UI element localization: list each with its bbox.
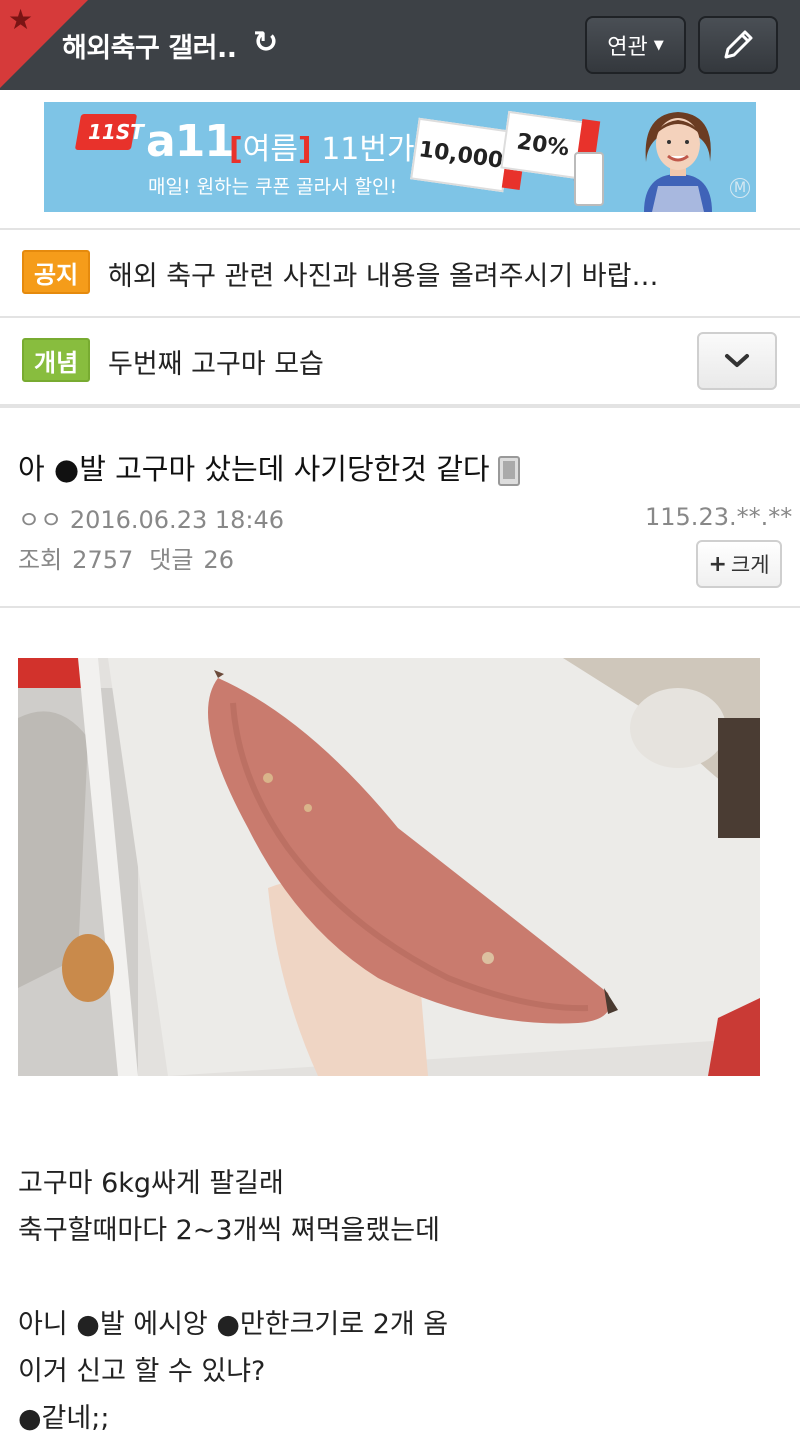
post-author[interactable]: ㅇㅇ — [18, 506, 62, 534]
font-bigger-button[interactable]: + 크게 — [696, 540, 782, 588]
mobile-icon — [497, 456, 520, 486]
body-line-2: 축구할때마다 2~3개씩 쪄먹을랬는데 — [18, 1215, 440, 1246]
ad-season: [여름] 11번가 — [229, 124, 415, 168]
ad-badge: M — [730, 178, 750, 198]
views-count: 2757 — [72, 546, 134, 574]
comments-count: 26 — [203, 546, 234, 574]
chevron-down-icon — [725, 354, 749, 367]
body-line-5: ●같네;; — [18, 1403, 110, 1434]
ad-logo: 11ST — [88, 120, 144, 144]
concept-text[interactable]: 두번째 고구마 모습 — [108, 342, 324, 381]
expand-button[interactable] — [697, 332, 777, 390]
notice-row[interactable]: 공지 해외 축구 관련 사진과 내용을 올려주시기 바랍… — [0, 228, 800, 318]
ad-coupon-amount: 10,000 — [410, 117, 512, 193]
ad-season-suffix: 11번가 — [321, 132, 415, 167]
ad-coupon-percent: 20% — [500, 110, 586, 180]
related-button-label: 연관 — [607, 35, 648, 60]
plus-icon: + — [708, 551, 727, 577]
refresh-icon[interactable]: ↻ — [253, 28, 278, 58]
ad-model-image — [644, 112, 712, 212]
top-bar: ★ 해외축구 갤러.. ↻ 연관 ▼ — [0, 0, 800, 90]
body-gap — [18, 1254, 448, 1301]
ad-season-open: [ — [229, 132, 243, 167]
comments-label: 댓글 — [149, 546, 194, 574]
body-line-3: 아니 ●발 에시앙 ●만한크기로 2개 옴 — [18, 1309, 449, 1340]
ad-brand: a11 — [146, 116, 235, 167]
concept-row[interactable]: 개념 두번째 고구마 모습 — [0, 318, 800, 408]
ad-season-word: 여름 — [242, 132, 298, 167]
font-bigger-label: 크게 — [730, 553, 770, 577]
star-icon[interactable]: ★ — [8, 6, 33, 34]
notice-badge: 공지 — [22, 250, 91, 294]
ad-season-close: ] — [297, 132, 312, 167]
ad-banner[interactable]: 11ST a11 [여름] 11번가 매일! 원하는 쿠폰 골라서 할인! 10… — [44, 102, 756, 212]
concept-badge: 개념 — [22, 338, 91, 382]
post-title: 아 ●발 고구마 샀는데 사기당한것 같다 — [18, 446, 520, 488]
post-title-text: 아 ●발 고구마 샀는데 사기당한것 같다 — [18, 452, 490, 486]
post-date: 2016.06.23 18:46 — [69, 506, 285, 534]
post-author-date: ㅇㅇ 2016.06.23 18:46 — [18, 500, 284, 535]
post-body: 고구마 6kg싸게 팔길래 축구할때마다 2~3개씩 쪄먹을랬는데 아니 ●발 … — [18, 1160, 448, 1442]
related-button[interactable]: 연관 ▼ — [585, 16, 686, 74]
ad-phone-image — [574, 152, 604, 206]
views-label: 조회 — [18, 546, 63, 574]
pencil-icon — [724, 30, 753, 59]
write-button[interactable] — [698, 16, 778, 74]
gallery-title[interactable]: 해외축구 갤러.. — [62, 26, 237, 65]
notice-text[interactable]: 해외 축구 관련 사진과 내용을 올려주시기 바랍… — [108, 254, 658, 293]
body-line-1: 고구마 6kg싸게 팔길래 — [18, 1168, 284, 1199]
divider — [0, 606, 800, 608]
post-ip: 115.23.**.** — [645, 503, 793, 531]
caret-down-icon: ▼ — [653, 37, 664, 53]
post-stats: 조회 2757 댓글 26 — [18, 540, 250, 575]
ad-subtitle: 매일! 원하는 쿠폰 골라서 할인! — [148, 176, 398, 198]
post-photo[interactable] — [18, 658, 760, 1076]
body-line-4: 이거 신고 할 수 있냐? — [18, 1356, 266, 1387]
